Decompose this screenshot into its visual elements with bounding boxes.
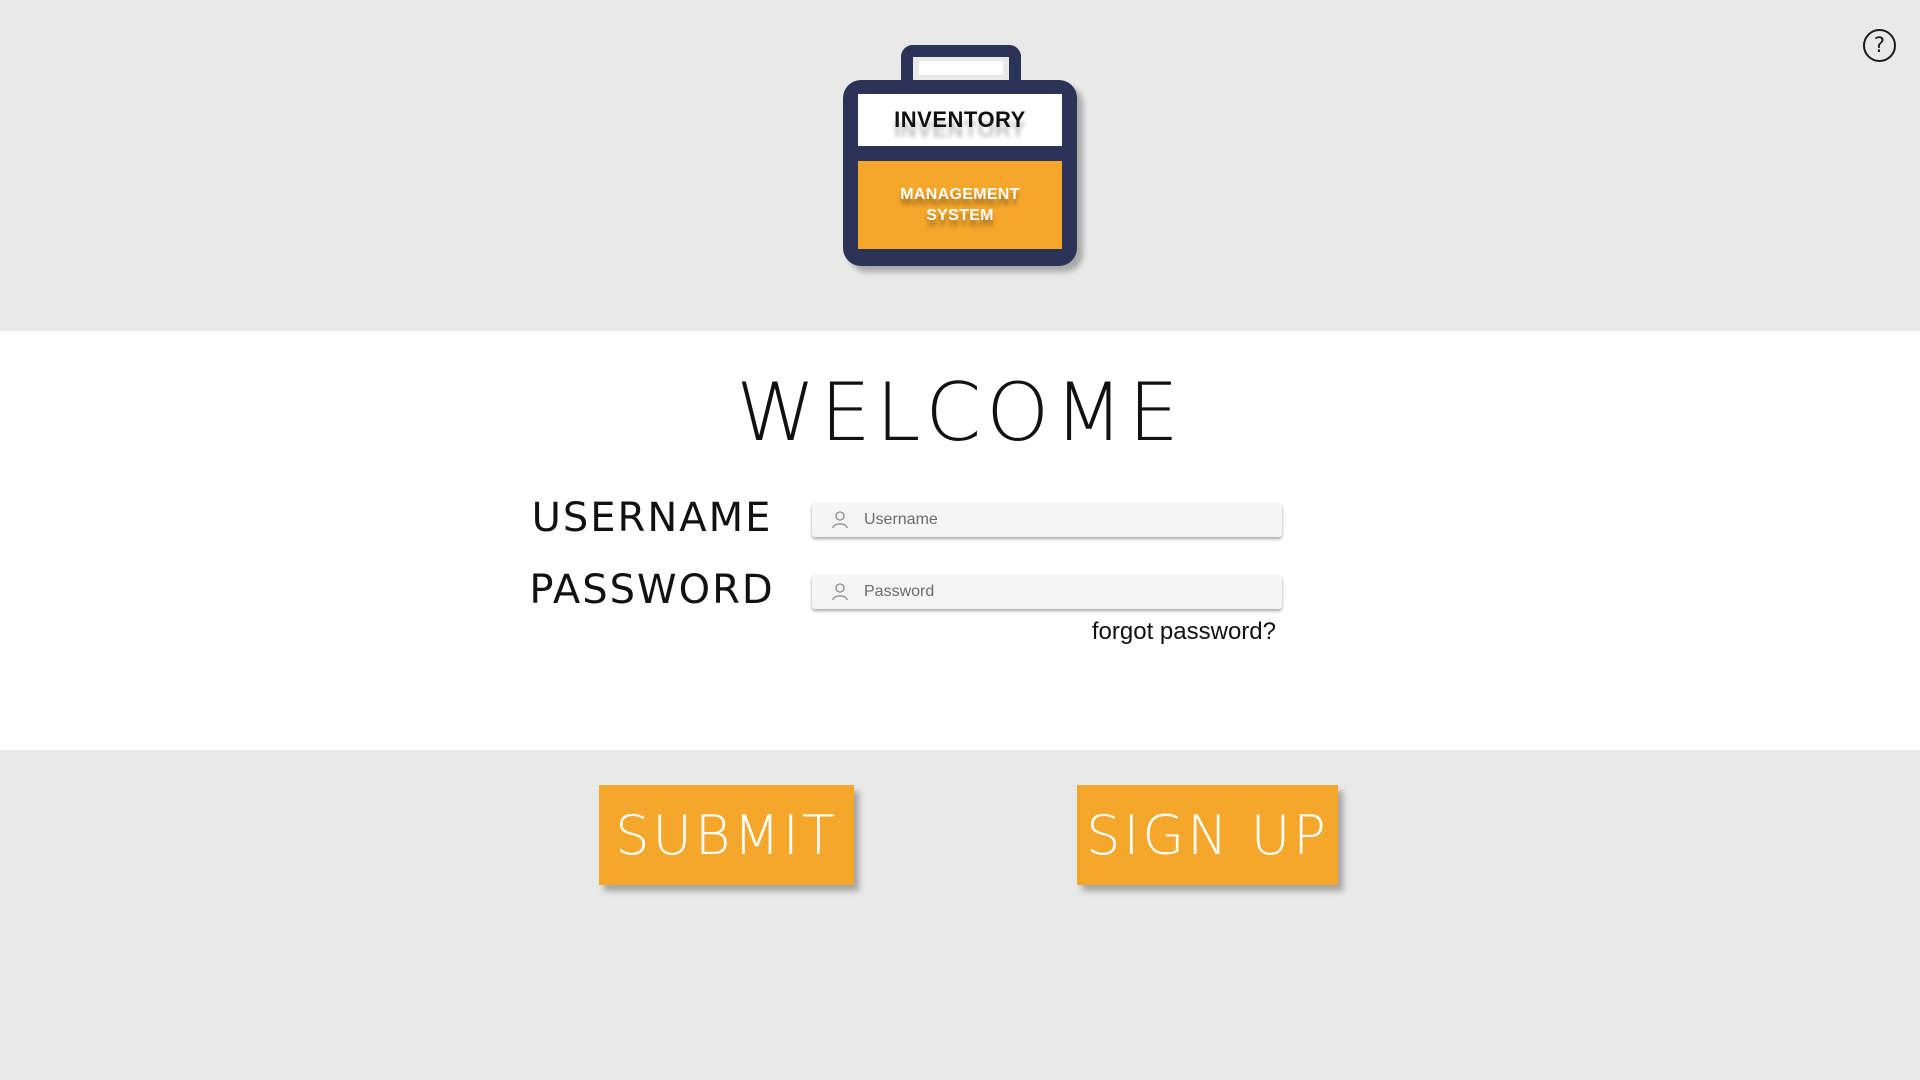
user-icon: [832, 583, 848, 601]
password-field[interactable]: [812, 575, 1282, 609]
username-input[interactable]: [862, 504, 1282, 536]
help-icon[interactable]: ?: [1863, 29, 1896, 62]
user-icon: [832, 511, 848, 529]
help-glyph: ?: [1873, 33, 1886, 57]
username-field[interactable]: [812, 503, 1282, 537]
logo-top-text: INVENTORY: [894, 107, 1026, 132]
password-input[interactable]: [862, 576, 1282, 608]
sign-up-button[interactable]: SIGN UP: [1077, 785, 1338, 885]
username-label: USERNAME: [531, 495, 773, 541]
app-logo: INVENTORY MANAGEMENT SYSTEM: [843, 45, 1079, 270]
logo-case: INVENTORY MANAGEMENT SYSTEM: [843, 80, 1077, 266]
logo-bottom-label: MANAGEMENT SYSTEM: [858, 161, 1062, 249]
forgot-password-link[interactable]: forgot password?: [1000, 617, 1276, 647]
logo-bottom-line2: SYSTEM: [926, 207, 994, 224]
password-label: PASSWORD: [529, 567, 775, 613]
logo-bottom-line1: MANAGEMENT: [900, 186, 1020, 203]
logo-top-label: INVENTORY: [858, 94, 1062, 146]
logo-latch: [928, 146, 994, 156]
submit-button[interactable]: SUBMIT: [599, 785, 854, 885]
page-title: WELCOME: [736, 366, 1184, 459]
actions-band: [0, 750, 1920, 1080]
